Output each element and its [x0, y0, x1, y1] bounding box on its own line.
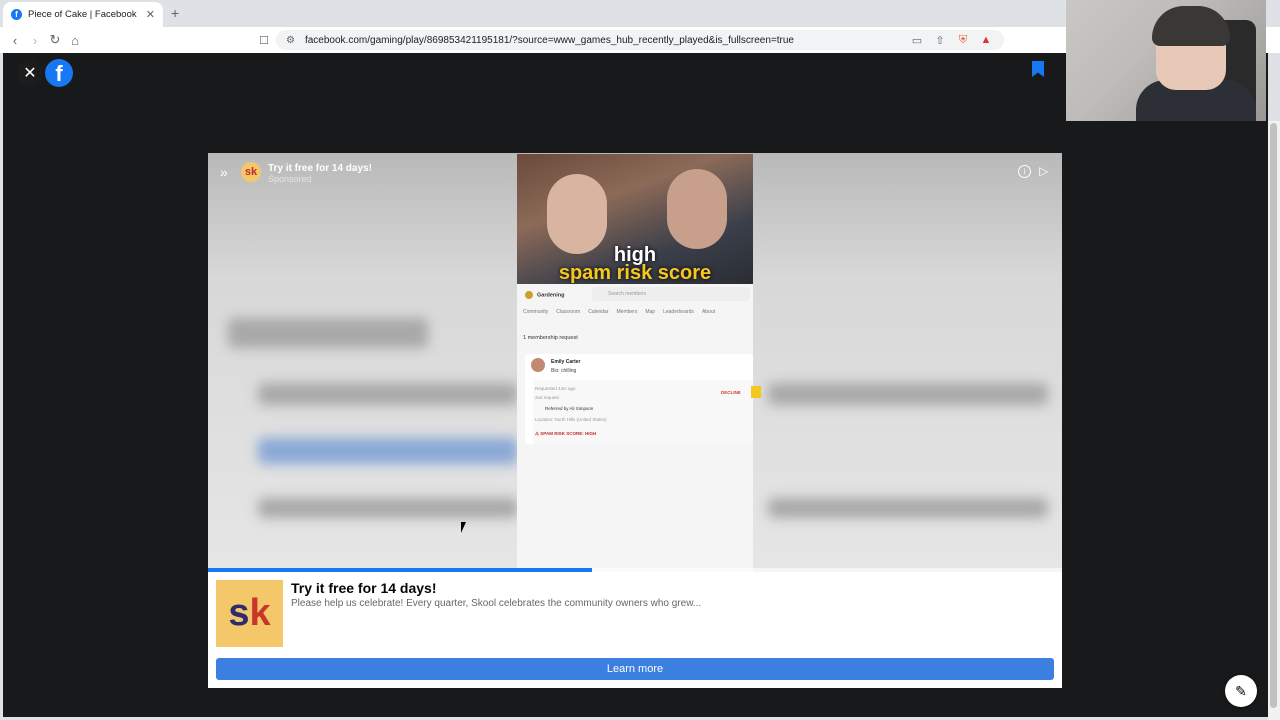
nav-classroom: Classroom [556, 309, 581, 315]
video-frame: high spam risk score Gardening Search me… [517, 154, 761, 572]
person-hair [1152, 6, 1230, 46]
nav-members: Members [616, 309, 638, 315]
webcam-overlay [1066, 0, 1266, 121]
learn-more-button[interactable]: Learn more [216, 658, 1054, 680]
nav-leaderboards: Leaderboards [663, 309, 694, 315]
site-settings-icon[interactable]: ⚙ [286, 35, 295, 46]
blurred-text-2 [258, 498, 518, 518]
tab-close-icon[interactable]: ✕ [146, 8, 155, 21]
info-icon[interactable]: i [1018, 165, 1031, 178]
skool-logo[interactable]: sk [216, 580, 283, 647]
advertiser-avatar[interactable]: sk [241, 162, 261, 182]
decline-label: DECLINE [721, 390, 741, 395]
spam-risk-label: ⚠ SPAM RISK SCORE: HIGH [535, 431, 597, 436]
back-icon[interactable]: ‹ [5, 30, 25, 50]
request-number: 2nd request [535, 395, 559, 400]
share-icon[interactable]: ⇧ [932, 32, 948, 48]
nav-calendar: Calendar [588, 309, 609, 315]
home-icon[interactable]: ⌂ [65, 30, 85, 50]
blurred-text [258, 383, 518, 405]
expand-chevron-icon[interactable]: » [220, 164, 228, 180]
scrollbar-thumb[interactable] [1270, 123, 1277, 708]
member-location: Location: North Hills (United States) [535, 417, 607, 422]
bookmark-icon[interactable]: ☐ [256, 32, 272, 48]
mouse-cursor-icon [461, 522, 471, 533]
video-headline-2: spam risk score [558, 262, 712, 284]
close-game-icon[interactable]: ✕ [17, 60, 43, 86]
cast-icon[interactable]: ▭ [909, 32, 925, 48]
tab-title: Piece of Cake | Facebook [28, 9, 137, 20]
new-tab-button[interactable]: + [171, 5, 179, 21]
facebook-favicon-icon: f [11, 9, 22, 20]
ad-description: Please help us celebrate! Every quarter,… [291, 598, 702, 609]
member-name: Emily Carter [551, 359, 581, 365]
ad-header: » sk Try it free for 14 days! Sponsored … [208, 153, 1062, 193]
blurred-highlight [258, 438, 518, 464]
requested-time: Requested 44m ago [535, 386, 576, 391]
nav-map: Map [645, 309, 656, 315]
request-details: Requested 44m ago 2nd request Referred b… [533, 380, 753, 444]
ad-header-title: Try it free for 14 days! [268, 163, 372, 174]
member-avatar [531, 358, 545, 372]
nav-about: About [701, 309, 716, 315]
group-nav: Community Classroom Calendar Members Map… [523, 309, 715, 315]
facebook-logo-icon[interactable]: f [45, 59, 73, 87]
ad-container: high spam risk score Gardening Search me… [208, 153, 1062, 688]
approve-button-partial [751, 386, 761, 398]
group-icon [525, 291, 533, 299]
address-bar[interactable]: ⚙ facebook.com/gaming/play/8698534211951… [276, 30, 1004, 50]
browser-tab[interactable]: f Piece of Cake | Facebook ✕ [3, 2, 163, 27]
sponsored-label: Sponsored [268, 174, 312, 184]
search-members: Search members [592, 287, 750, 301]
blurred-text-4 [768, 498, 1048, 518]
forward-icon[interactable]: › [25, 30, 45, 50]
request-count: 1 membership request [523, 335, 578, 341]
member-request-card: Emily Carter Bio: chilling Requested 44m… [525, 354, 761, 444]
brave-rewards-icon[interactable]: ▲ [978, 32, 994, 48]
saved-bookmark-icon[interactable] [1032, 61, 1044, 77]
blurred-text-3 [768, 383, 1048, 405]
ad-title[interactable]: Try it free for 14 days! [291, 580, 437, 596]
ad-video[interactable]: high spam risk score Gardening Search me… [208, 153, 1062, 572]
edit-compose-icon[interactable]: ✎ [1225, 675, 1257, 707]
nav-community: Community [523, 309, 549, 315]
reload-icon[interactable]: ↻ [45, 30, 65, 50]
ad-footer: sk Try it free for 14 days! Please help … [208, 572, 1062, 688]
member-bio: Bio: chilling [551, 368, 577, 374]
brave-shield-icon[interactable]: ⛨ [955, 32, 971, 48]
play-icon[interactable]: ▷ [1039, 164, 1048, 178]
blurred-heading [228, 318, 428, 348]
page-scrollbar[interactable] [1268, 121, 1280, 720]
url-text: facebook.com/gaming/play/869853421195181… [304, 34, 794, 46]
referred-by: Referred by Ali Simpson [545, 406, 594, 411]
